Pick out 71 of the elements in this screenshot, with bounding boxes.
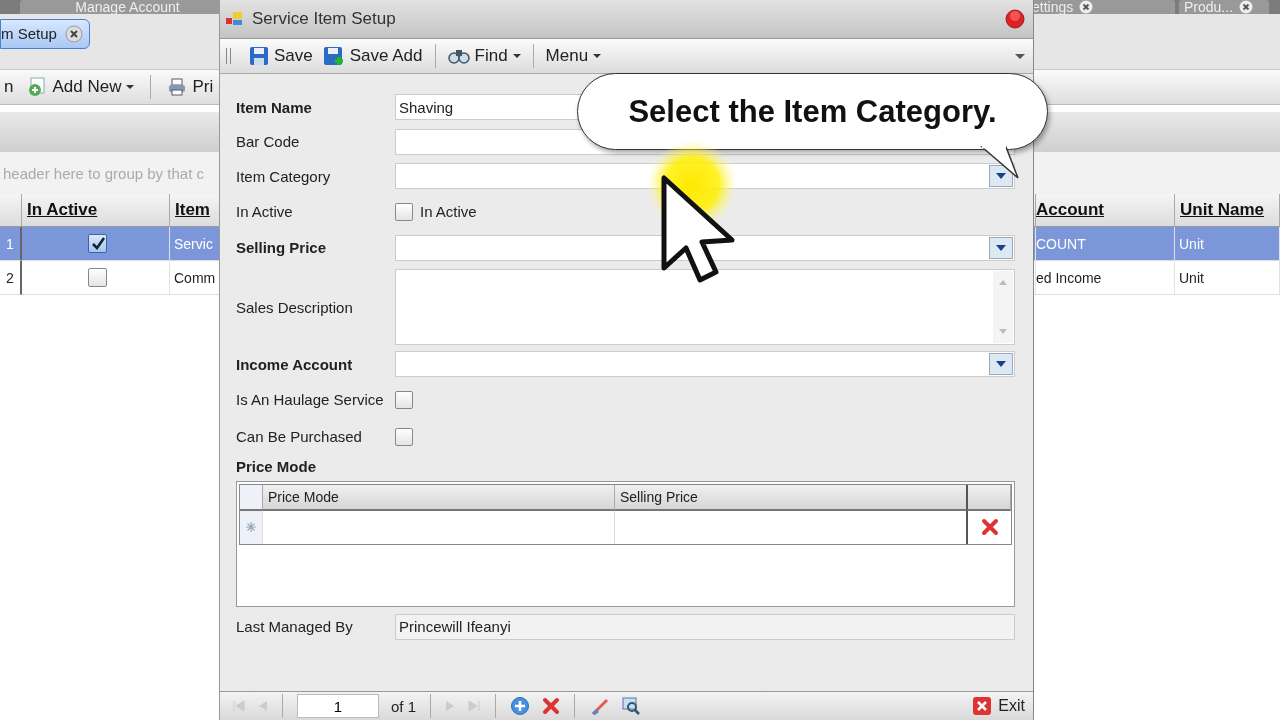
app-icon — [226, 11, 244, 27]
close-icon[interactable] — [1239, 0, 1254, 14]
print-button[interactable]: Pri — [163, 75, 218, 99]
new-row-icon — [246, 522, 256, 532]
overflow-icon[interactable] — [1015, 52, 1025, 60]
add-icon — [27, 77, 48, 97]
header-cell — [968, 484, 1011, 511]
dropdown-button[interactable] — [989, 353, 1013, 375]
save-add-button[interactable]: Save Add — [318, 44, 427, 68]
caret-icon — [593, 53, 602, 59]
input-field[interactable]: Princewill Ifeanyi — [395, 613, 1015, 640]
page-count: of 1 — [391, 697, 417, 715]
close-icon — [972, 696, 993, 716]
add-icon[interactable] — [510, 696, 531, 716]
tab-label: Produ... — [1184, 0, 1234, 14]
tab-label: Manage Account — [75, 0, 180, 14]
close-button[interactable] — [1005, 9, 1025, 29]
caret-icon — [512, 53, 521, 59]
checkbox[interactable] — [395, 427, 413, 446]
field-label: Can Be Purchased — [236, 428, 363, 445]
row-number: 2 — [0, 261, 22, 295]
checkbox[interactable] — [88, 234, 107, 253]
scrollbar[interactable] — [993, 271, 1013, 343]
field-label: Bar Code — [236, 133, 301, 150]
row-number: 1 — [0, 227, 22, 261]
column-header[interactable]: Selling Price — [615, 484, 968, 511]
caret-icon — [126, 84, 135, 90]
close-icon[interactable] — [64, 24, 83, 43]
section-title: Price Mode — [236, 457, 318, 475]
table-cell: Unit — [1175, 227, 1280, 261]
delete-icon[interactable] — [980, 518, 999, 536]
field-label: Last Managed By — [236, 618, 354, 635]
table-cell: COUNT — [1036, 227, 1175, 261]
save-button[interactable]: Save — [245, 44, 317, 68]
tab-label: ettings — [1032, 0, 1074, 14]
checkbox-label: In Active — [420, 203, 477, 220]
table-cell: ed Income — [1036, 261, 1175, 295]
table-cell: Unit — [1175, 261, 1280, 295]
field-label: Item Category — [236, 167, 332, 185]
add-new-button[interactable]: Add New — [23, 75, 139, 99]
page-field[interactable]: 1 — [297, 694, 379, 718]
floppy-plus-icon — [322, 46, 345, 66]
find-button[interactable]: Find — [443, 44, 525, 68]
field-label: Selling Price — [236, 239, 328, 256]
dropdown-field[interactable] — [395, 234, 1015, 261]
dropdown-button[interactable] — [989, 236, 1013, 259]
column-header[interactable]: Price Mode — [263, 484, 615, 511]
close-icon[interactable] — [1079, 0, 1094, 14]
checkbox[interactable] — [395, 390, 413, 409]
checkbox[interactable] — [88, 268, 107, 287]
floppy-icon — [249, 46, 269, 66]
column-header[interactable]: In Active — [22, 194, 170, 227]
field-label: In Active — [236, 203, 294, 220]
printer-icon — [167, 77, 188, 97]
dropdown-field[interactable] — [395, 351, 1015, 377]
field-label: Is An Haulage Service — [236, 391, 385, 408]
checkbox[interactable] — [395, 202, 413, 221]
delete-icon[interactable] — [542, 697, 561, 715]
refresh-search-icon[interactable] — [621, 696, 642, 716]
binoculars-icon — [447, 47, 470, 65]
exit-button[interactable]: Exit — [972, 696, 1025, 716]
column-header[interactable]: Account — [1036, 194, 1175, 227]
field-label: Item Name — [236, 98, 313, 116]
field-label: Income Account — [236, 355, 354, 373]
toolbar-button[interactable]: n — [0, 75, 18, 99]
column-header[interactable]: Unit Name — [1175, 194, 1280, 227]
header-cell — [0, 194, 22, 227]
menu-button[interactable]: Menu — [541, 44, 606, 68]
field-label: Sales Description — [236, 298, 354, 316]
tab[interactable]: m Setup — [0, 18, 90, 49]
window-title: Service Item Setup — [252, 9, 396, 29]
